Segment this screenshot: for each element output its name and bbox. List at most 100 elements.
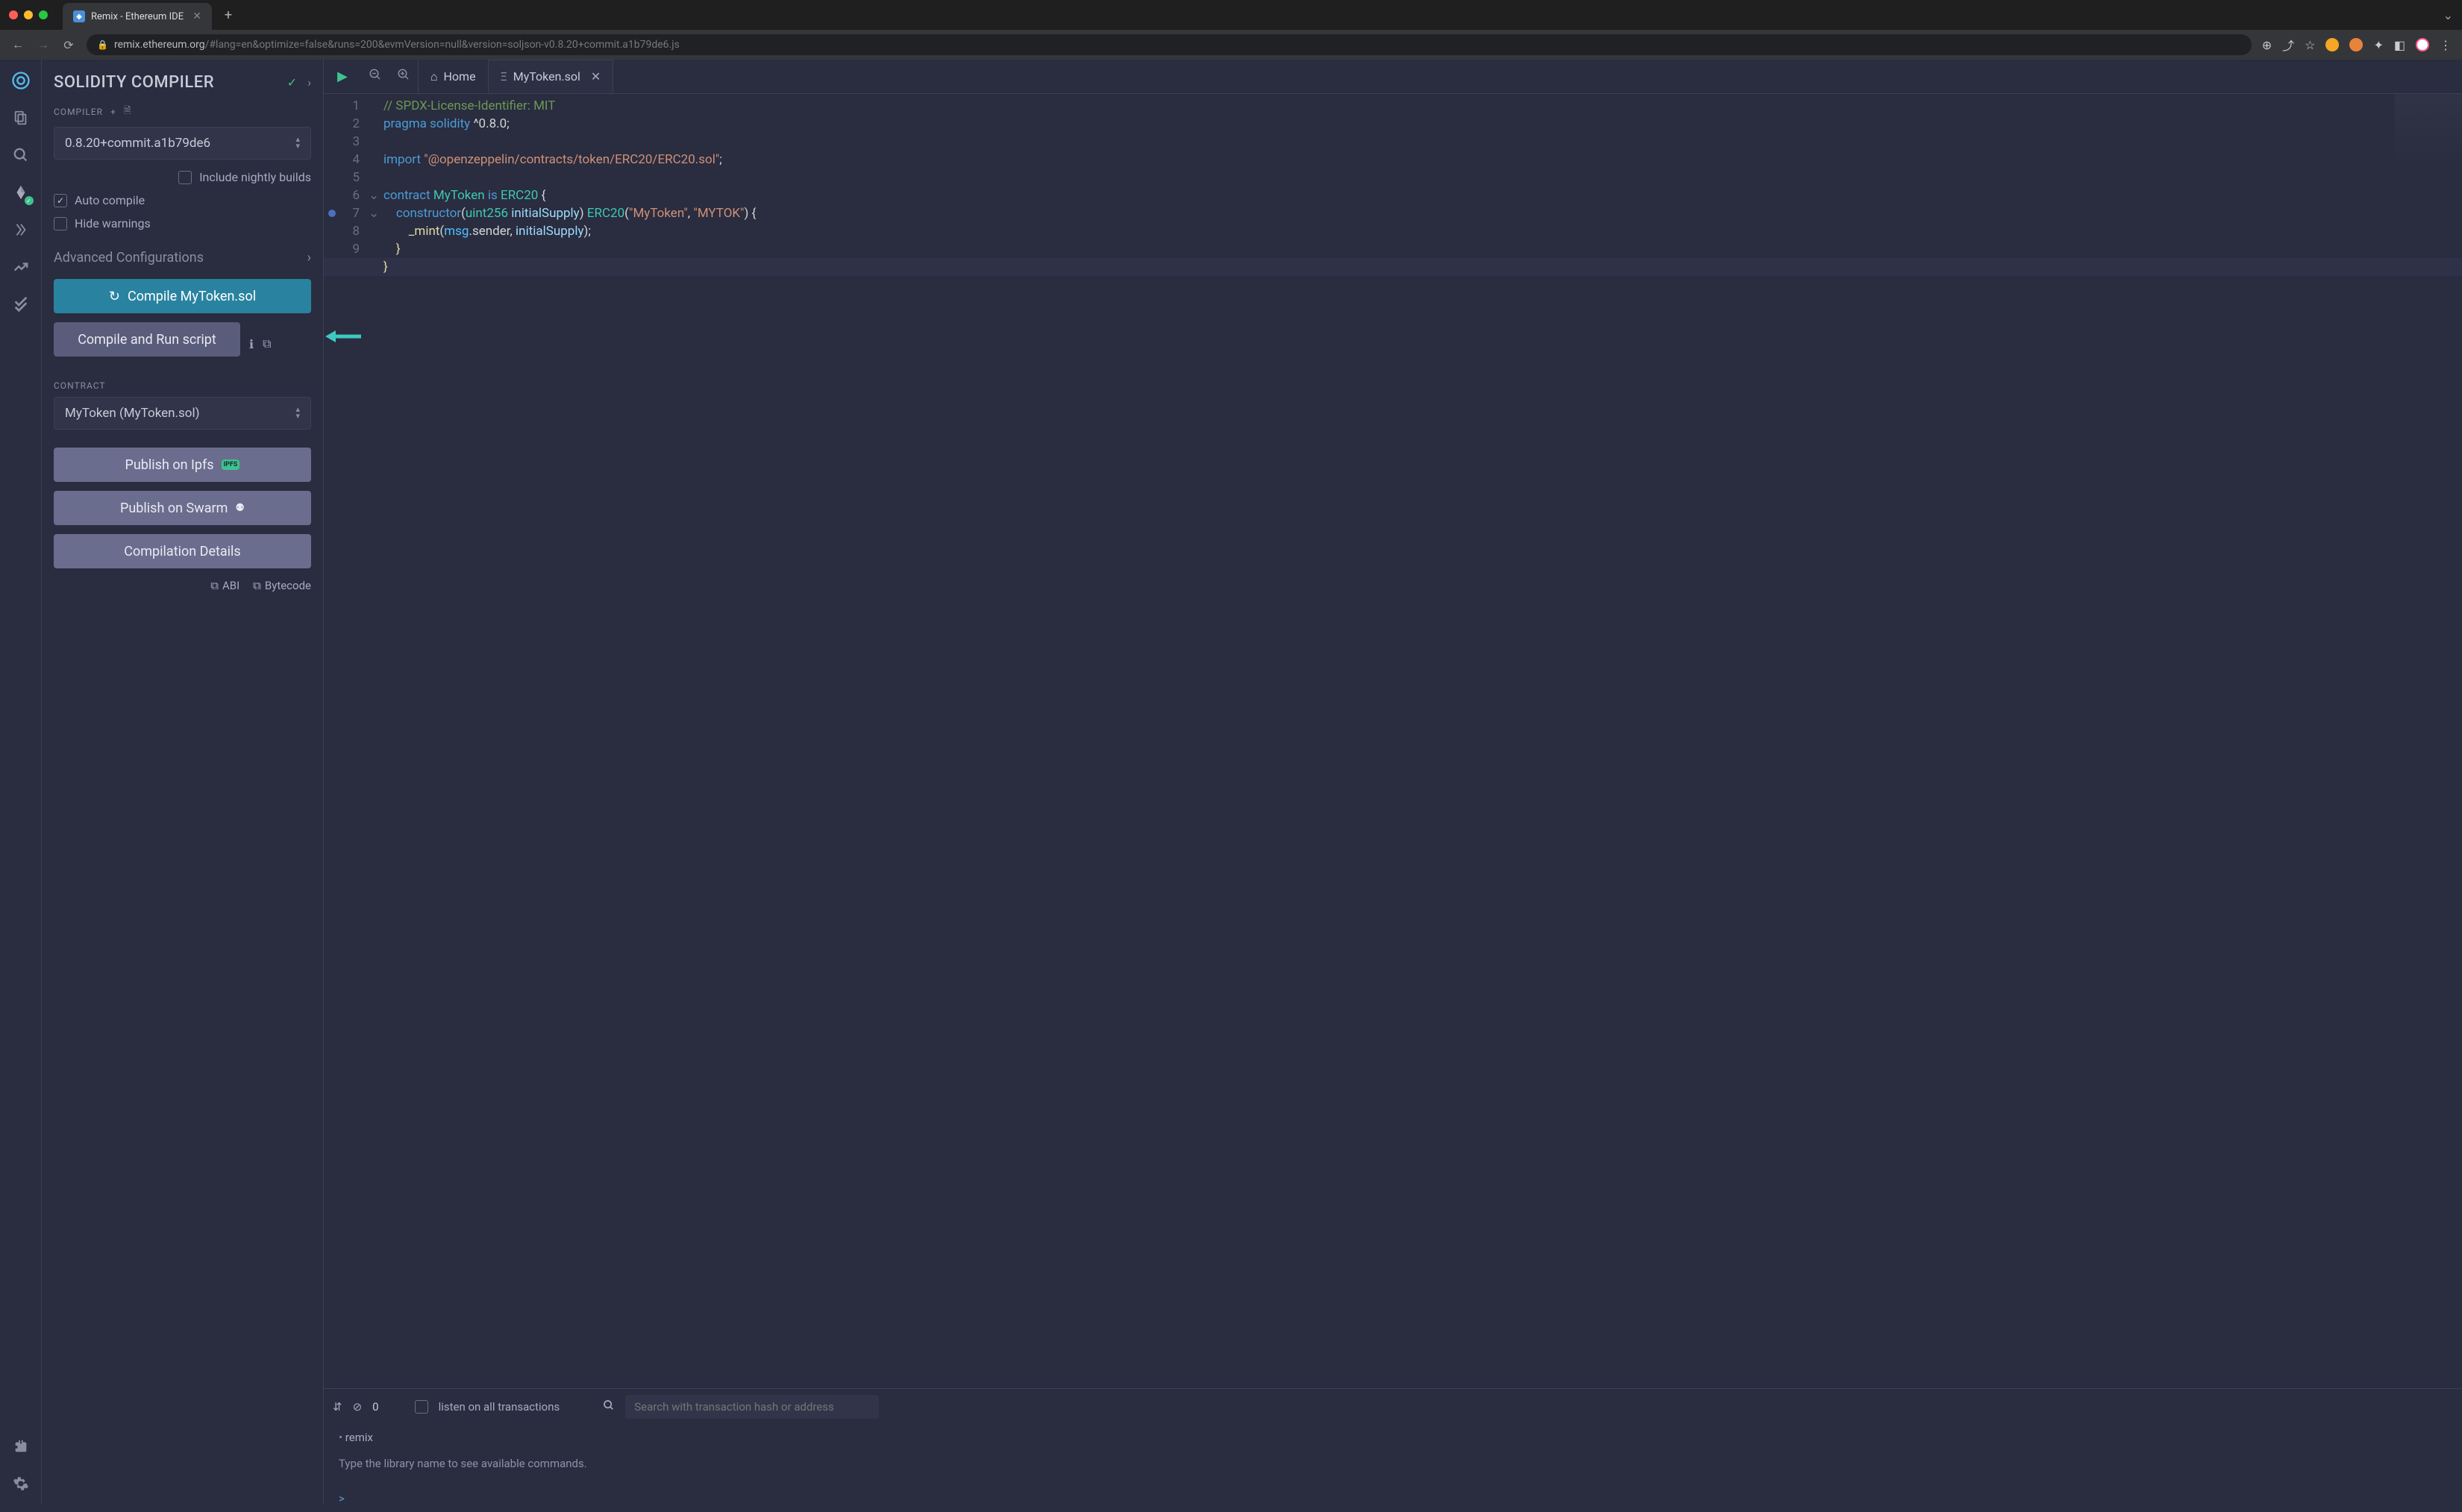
- terminal-clear-icon[interactable]: ⊘: [353, 1400, 363, 1414]
- reload-button[interactable]: ⟳: [61, 38, 76, 52]
- include-nightly-label: Include nightly builds: [199, 170, 311, 184]
- info-icon[interactable]: ℹ: [249, 337, 254, 351]
- search-icon[interactable]: [603, 1399, 615, 1414]
- publish-ipfs-label: Publish on Ipfs: [125, 457, 214, 473]
- remix-logo-icon[interactable]: [10, 70, 31, 91]
- maximize-window[interactable]: [39, 10, 48, 19]
- extension-icon-1[interactable]: [2325, 38, 2339, 51]
- profile-icon[interactable]: [2416, 38, 2429, 51]
- url-host: remix.ethereum.org: [114, 39, 205, 51]
- solidity-compiler-icon[interactable]: ✓: [10, 182, 31, 203]
- icon-sidebar: ✓: [0, 60, 42, 1505]
- code-content[interactable]: // SPDX-License-Identifier: MIT pragma s…: [383, 94, 2462, 1388]
- bookmark-icon[interactable]: ☆: [2305, 38, 2315, 52]
- bytecode-link[interactable]: ⧉ Bytecode: [253, 579, 311, 592]
- pending-tx-count: 0: [372, 1400, 378, 1414]
- debugger-icon[interactable]: [10, 294, 31, 315]
- deploy-run-icon[interactable]: [10, 219, 31, 240]
- extensions-icon[interactable]: ✦: [2373, 38, 2383, 52]
- forward-button[interactable]: →: [36, 37, 51, 52]
- file-icon[interactable]: 🗎: [124, 104, 132, 119]
- compile-run-script-button[interactable]: Compile and Run script: [54, 322, 240, 357]
- sidepanel-icon[interactable]: ◧: [2394, 38, 2405, 52]
- terminal-prompt[interactable]: >: [339, 1489, 2447, 1509]
- compile-button[interactable]: ↻ Compile MyToken.sol: [54, 279, 311, 313]
- search-icon[interactable]: [10, 145, 31, 166]
- run-icon[interactable]: ▶: [324, 69, 361, 84]
- add-compiler-icon[interactable]: +: [110, 107, 116, 117]
- abi-link[interactable]: ⧉ ABI: [210, 579, 239, 592]
- chevron-right-icon: ›: [307, 250, 311, 266]
- address-bar-row: ← → ⟳ 🔒 remix.ethereum.org/#lang=en&opti…: [0, 30, 2462, 60]
- analytics-icon[interactable]: [10, 257, 31, 277]
- home-tab-label: Home: [444, 69, 476, 84]
- share-icon[interactable]: ⤴: [2282, 36, 2294, 54]
- browser-tab[interactable]: ◆ Remix - Ethereum IDE ✕: [63, 3, 212, 30]
- listen-checkbox[interactable]: [415, 1400, 428, 1414]
- auto-compile-label: Auto compile: [75, 193, 145, 207]
- copy-icon: ⧉: [210, 579, 219, 592]
- minimap[interactable]: [2395, 94, 2462, 198]
- compiler-label: COMPILER: [54, 107, 103, 117]
- compile-ok-icon: ✓: [287, 75, 297, 90]
- select-arrows-icon: ▴▾: [295, 407, 300, 420]
- browser-tab-bar: ◆ Remix - Ethereum IDE ✕ + ⌄: [0, 0, 2462, 30]
- contract-select[interactable]: MyToken (MyToken.sol) ▴▾: [54, 397, 311, 430]
- auto-compile-checkbox[interactable]: [54, 194, 67, 207]
- tabs-dropdown-icon[interactable]: ⌄: [2443, 8, 2453, 22]
- browser-right-icons: ⊕ ⤴ ☆ ✦ ◧ ⋮: [2262, 36, 2452, 54]
- close-window[interactable]: [9, 10, 18, 19]
- zoom-icon[interactable]: ⊕: [2262, 38, 2272, 52]
- line-number-gutter: 1 2 3 4 5 6 7 8 9 10: [324, 94, 369, 1388]
- close-tab-icon[interactable]: ✕: [591, 69, 601, 84]
- new-tab-button[interactable]: +: [219, 7, 237, 23]
- metamask-icon[interactable]: [2349, 38, 2363, 51]
- address-bar[interactable]: 🔒 remix.ethereum.org/#lang=en&optimize=f…: [87, 34, 2252, 55]
- file-explorer-icon[interactable]: [10, 107, 31, 128]
- remix-favicon: ◆: [73, 10, 85, 22]
- terminal-search-input[interactable]: [625, 1395, 879, 1419]
- compiler-panel: SOLIDITY COMPILER ✓ › COMPILER + 🗎 0.8.2…: [42, 60, 324, 1505]
- select-arrows-icon: ▴▾: [295, 137, 300, 150]
- file-tab[interactable]: Ξ MyToken.sol ✕: [488, 60, 614, 93]
- terminal: ⇵ ⊘ 0 listen on all transactions • remix…: [324, 1388, 2462, 1505]
- home-tab[interactable]: ⌂ Home: [418, 60, 488, 93]
- terminal-expand-icon[interactable]: ⇵: [333, 1400, 342, 1414]
- breakpoint-icon[interactable]: [328, 210, 336, 217]
- fold-icon[interactable]: ⌄: [369, 204, 383, 222]
- panel-title: SOLIDITY COMPILER: [54, 73, 214, 92]
- zoom-out-icon[interactable]: [361, 68, 389, 85]
- plugin-manager-icon[interactable]: [10, 1436, 31, 1457]
- home-icon: ⌂: [430, 69, 438, 84]
- hide-warnings-label: Hide warnings: [75, 216, 151, 230]
- compile-success-badge: ✓: [25, 196, 34, 205]
- lock-icon: 🔒: [97, 40, 108, 50]
- minimize-window[interactable]: [24, 10, 33, 19]
- publish-swarm-button[interactable]: Publish on Swarm ⚉: [54, 491, 311, 525]
- zoom-in-icon[interactable]: [389, 68, 418, 85]
- contract-value: MyToken (MyToken.sol): [65, 406, 200, 421]
- tab-close-icon[interactable]: ✕: [192, 10, 201, 22]
- terminal-output[interactable]: • remix Type the library name to see ava…: [324, 1425, 2462, 1512]
- contract-label: CONTRACT: [54, 380, 311, 391]
- window-controls: [9, 10, 48, 19]
- settings-icon[interactable]: [10, 1473, 31, 1494]
- advanced-config-toggle[interactable]: Advanced Configurations ›: [54, 239, 311, 279]
- hide-warnings-checkbox[interactable]: [54, 217, 67, 230]
- include-nightly-checkbox[interactable]: [178, 171, 192, 184]
- main-editor-area: ▶ ⌂ Home Ξ MyToken.sol ✕ 1 2 3 4: [324, 60, 2462, 1505]
- compilation-details-button[interactable]: Compilation Details: [54, 534, 311, 568]
- file-tab-label: MyToken.sol: [513, 69, 580, 84]
- publish-ipfs-button[interactable]: Publish on Ipfs IPFS: [54, 448, 311, 482]
- tab-title: Remix - Ethereum IDE: [91, 11, 184, 22]
- copy-icon[interactable]: ⧉: [263, 336, 271, 351]
- code-editor[interactable]: 1 2 3 4 5 6 7 8 9 10 ⌄ ⌄ // SPDX-License…: [324, 94, 2462, 1388]
- ipfs-icon: IPFS: [222, 459, 240, 470]
- fold-icon[interactable]: ⌄: [369, 186, 383, 204]
- refresh-icon: ↻: [109, 289, 120, 304]
- menu-icon[interactable]: ⋮: [2440, 38, 2452, 52]
- panel-chevron-icon[interactable]: ›: [307, 75, 311, 90]
- back-button[interactable]: ←: [10, 37, 25, 52]
- compilation-details-label: Compilation Details: [124, 544, 240, 559]
- compiler-version-select[interactable]: 0.8.20+commit.a1b79de6 ▴▾: [54, 127, 311, 160]
